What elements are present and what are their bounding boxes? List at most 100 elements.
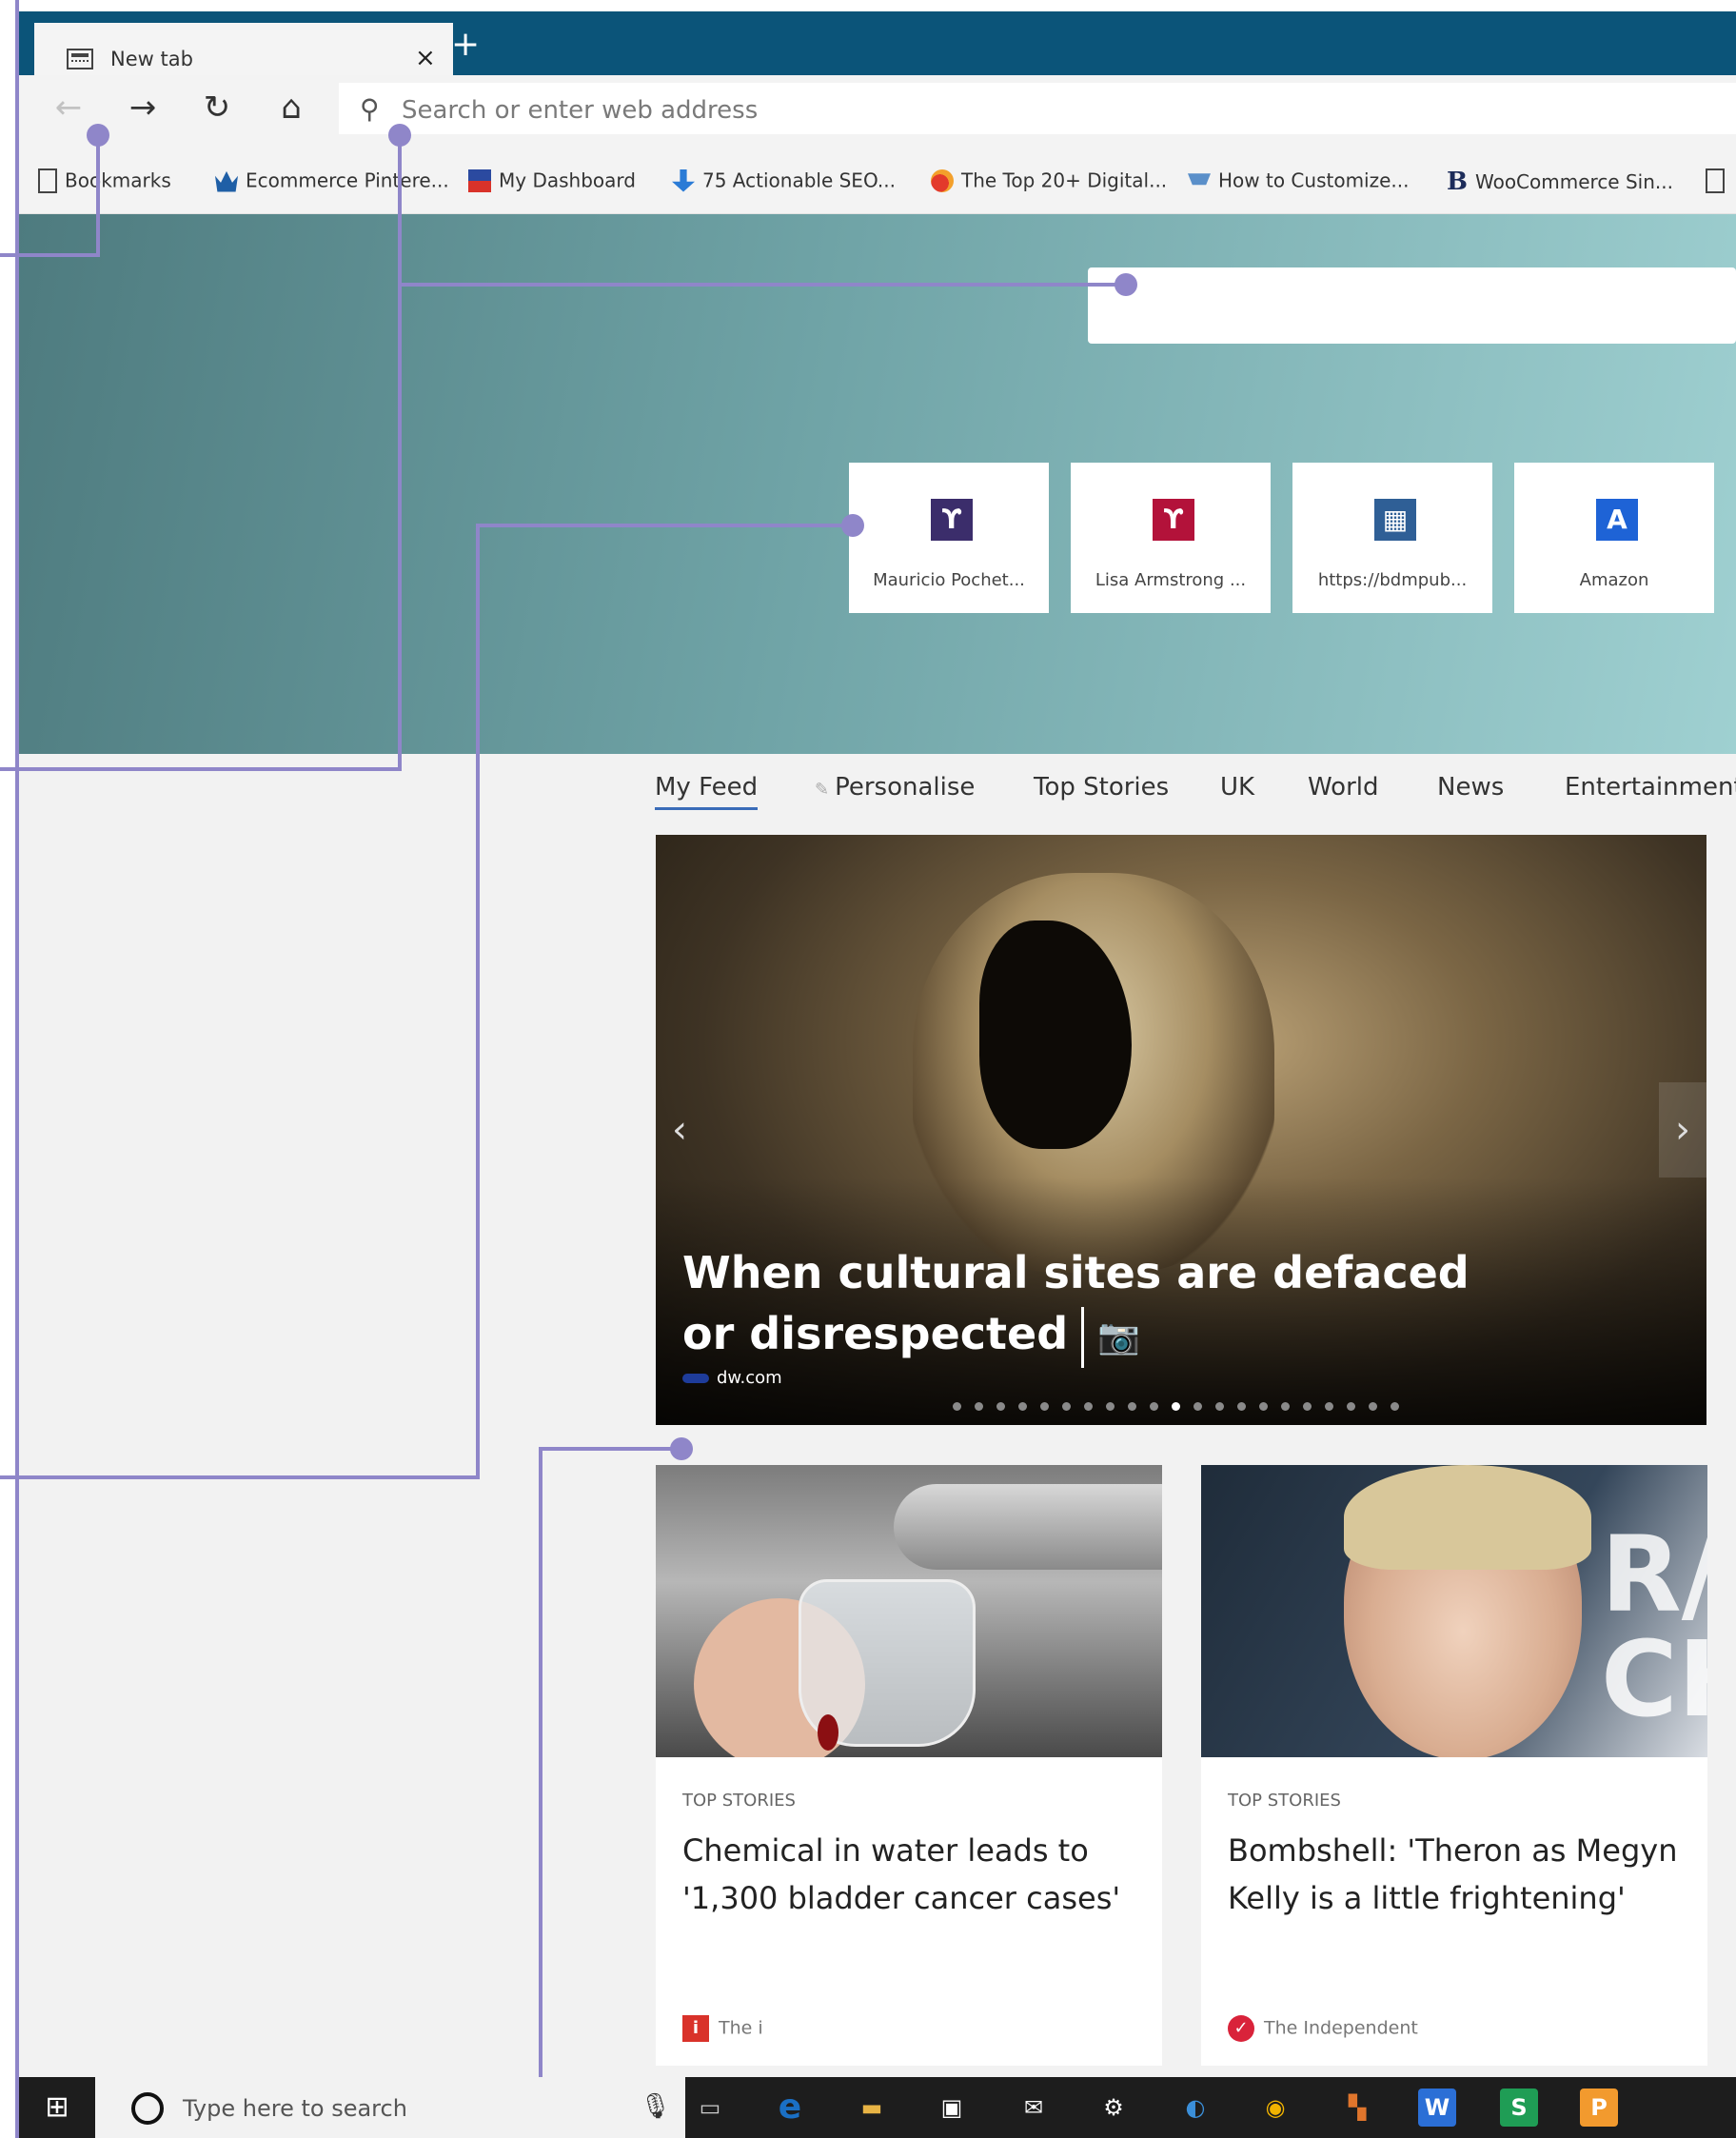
carousel-dot[interactable] [1128, 1402, 1136, 1411]
favorite-top-20-digital[interactable]: The Top 20+ Digital... [931, 168, 1167, 198]
callout-line [476, 524, 855, 527]
favorite-woocommerce[interactable]: B WooCommerce Sin... [1447, 168, 1673, 198]
news-card[interactable]: R/CH TOP STORIES Bombshell: 'Theron as M… [1201, 1465, 1707, 2066]
hero-story-title-text: When cultural sites are defaced or disre… [682, 1247, 1470, 1359]
callout-line [96, 135, 100, 257]
carousel-dot[interactable] [975, 1402, 983, 1411]
card-headline[interactable]: Chemical in water leads to '1,300 bladde… [682, 1827, 1139, 1922]
backdrop-text-shape: R/CH [1601, 1514, 1707, 1740]
file-explorer-icon[interactable]: ▬ [853, 2089, 891, 2127]
carousel-dot[interactable] [1325, 1402, 1333, 1411]
carousel-dot[interactable] [1194, 1402, 1202, 1411]
favorite-label: How to Customize... [1218, 168, 1410, 192]
settings-icon[interactable]: ⚙ [1095, 2089, 1133, 2127]
pencil-icon: ✎ [815, 780, 830, 800]
tab-my-feed[interactable]: My Feed [655, 773, 759, 810]
carousel-next-button[interactable]: › [1659, 1082, 1706, 1178]
top-site-tile[interactable]: ϒ Mauricio Pochet... [849, 463, 1049, 613]
carousel-dot[interactable] [1215, 1402, 1224, 1411]
taskbar-search[interactable]: Type here to search 🎙 [95, 2077, 685, 2138]
close-icon[interactable]: × [415, 44, 436, 72]
favorite-my-dashboard[interactable]: My Dashboard [468, 168, 636, 198]
sheets-icon[interactable]: S [1500, 2089, 1538, 2127]
home-button[interactable]: ⌂ [270, 87, 312, 129]
card-source: ✓ The Independent [1228, 2015, 1418, 2042]
callout-line [476, 524, 480, 1479]
store-icon[interactable]: ▣ [933, 2089, 971, 2127]
callout-line [398, 283, 1127, 287]
edge-icon[interactable]: e [771, 2089, 809, 2127]
carousel-dot[interactable] [1259, 1402, 1268, 1411]
carousel-dot[interactable] [1303, 1402, 1312, 1411]
document-icon [38, 168, 57, 193]
favorite-bookmarks[interactable]: Bookmarks [38, 168, 171, 198]
chrome-icon[interactable]: ◉ [1256, 2089, 1294, 2127]
hero-story-title[interactable]: When cultural sites are defaced or disre… [682, 1242, 1482, 1368]
top-site-tile[interactable]: A Amazon [1514, 463, 1714, 613]
carousel-dot[interactable] [1062, 1402, 1071, 1411]
carousel-dot[interactable] [1106, 1402, 1115, 1411]
tab-entertainment[interactable]: Entertainment [1565, 773, 1736, 802]
digital-icon [931, 168, 954, 192]
carousel-dot[interactable] [1391, 1402, 1399, 1411]
carousel-dot[interactable] [1281, 1402, 1290, 1411]
b-logo-icon: B [1447, 168, 1468, 196]
favorite-label: 75 Actionable SEO... [702, 168, 896, 192]
top-site-tile[interactable]: ϒ Lisa Armstrong ... [1071, 463, 1271, 613]
page-search-box[interactable] [1088, 267, 1736, 344]
app2-icon[interactable]: ▚ [1338, 2089, 1376, 2127]
refresh-button[interactable]: ↻ [196, 87, 238, 129]
new-tab-button[interactable]: + [451, 25, 480, 64]
start-button[interactable]: ⊞ [19, 2077, 95, 2138]
browser-window: New tab × + ← → ↻ ⌂ ⚲ Search or enter we… [19, 11, 1736, 2077]
tab-top-stories[interactable]: Top Stories [1034, 773, 1169, 802]
navigation-bar: ← → ↻ ⌂ ⚲ Search or enter web address [19, 75, 1736, 152]
carousel-dot[interactable] [1040, 1402, 1049, 1411]
tab-personalise[interactable]: ✎ Personalise [815, 773, 975, 802]
favorite-how-to-customize[interactable]: How to Customize... [1188, 168, 1409, 198]
favorite-ecommerce-pinterest[interactable]: Ecommerce Pintere... [215, 168, 449, 198]
carousel-dot[interactable] [1150, 1402, 1158, 1411]
favorite-label: WooCommerce Sin... [1474, 170, 1673, 193]
carousel-dot[interactable] [1369, 1402, 1377, 1411]
favorite-label: The Top 20+ Digital... [961, 168, 1168, 192]
site-logo-icon: ϒ [931, 499, 973, 541]
task-view-icon[interactable]: ▭ [691, 2089, 729, 2127]
carousel-dot[interactable] [1237, 1402, 1246, 1411]
carousel-dot[interactable] [1084, 1402, 1093, 1411]
tab-world[interactable]: World [1308, 773, 1379, 802]
favorite-seo[interactable]: 75 Actionable SEO... [672, 168, 896, 198]
favorite-overflow[interactable] [1706, 168, 1732, 198]
top-site-label: Amazon [1579, 570, 1649, 590]
app-icon[interactable]: ◐ [1176, 2089, 1214, 2127]
tab-news[interactable]: News [1437, 773, 1504, 802]
tab-uk[interactable]: UK [1220, 773, 1254, 802]
news-card[interactable]: TOP STORIES Chemical in water leads to '… [656, 1465, 1162, 2066]
address-bar[interactable]: ⚲ Search or enter web address [339, 83, 1736, 134]
carousel-dot-active[interactable] [1172, 1402, 1180, 1411]
top-site-tile[interactable]: ▦ https://bdmpub... [1292, 463, 1492, 613]
card-image [656, 1465, 1162, 1757]
carousel-dot[interactable] [1018, 1402, 1027, 1411]
card-headline[interactable]: Bombshell: 'Theron as Megyn Kelly is a l… [1228, 1827, 1685, 1922]
site-logo-icon: ▦ [1374, 499, 1416, 541]
cortana-icon [131, 2092, 164, 2125]
favorite-label: Ecommerce Pintere... [246, 168, 449, 192]
carousel-dot[interactable] [953, 1402, 961, 1411]
back-button[interactable]: ← [48, 87, 89, 129]
newtab-page-icon [67, 49, 93, 69]
card-image: R/CH [1201, 1465, 1707, 1757]
carousel-dot[interactable] [1347, 1402, 1355, 1411]
tab-new-tab[interactable]: New tab × [34, 23, 453, 75]
hair-shape [1344, 1465, 1591, 1570]
carousel-dot[interactable] [996, 1402, 1005, 1411]
card-category: TOP STORIES [1228, 1791, 1341, 1811]
carousel-prev-button[interactable]: ‹ [656, 1082, 703, 1178]
mail-icon[interactable]: ✉ [1015, 2089, 1053, 2127]
callout-line [15, 0, 19, 2138]
slides-icon[interactable]: P [1580, 2089, 1618, 2127]
forward-button[interactable]: → [122, 87, 164, 129]
microphone-icon[interactable]: 🎙 [640, 2092, 671, 2121]
word-icon[interactable]: W [1418, 2089, 1456, 2127]
hero-story-card[interactable]: ‹ › When cultural sites are defaced or d… [656, 835, 1706, 1425]
